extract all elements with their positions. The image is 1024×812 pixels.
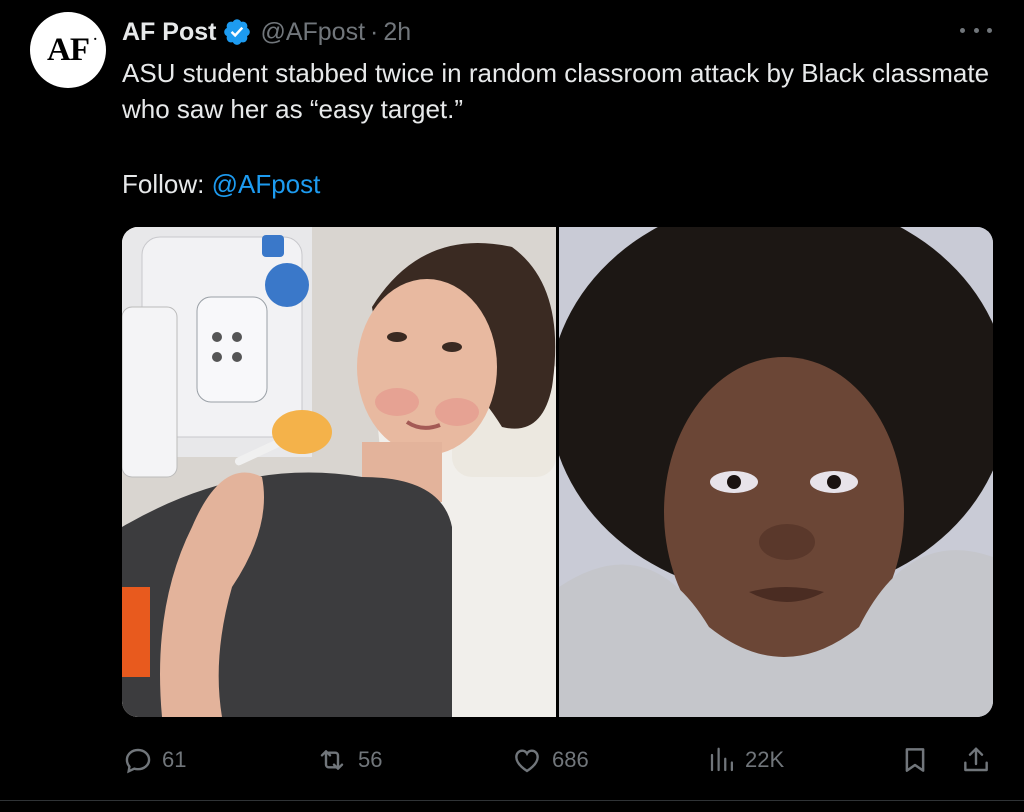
like-count: 686 xyxy=(552,747,589,772)
views-button[interactable]: 22K xyxy=(707,742,784,778)
avatar-logo-text: AF. xyxy=(47,28,97,68)
tweet[interactable]: AF. AF Post @AFpost · 2h ASU student sta… xyxy=(0,0,1024,812)
bookmark-button[interactable] xyxy=(900,742,930,778)
reply-icon xyxy=(122,744,154,776)
more-options-icon[interactable] xyxy=(960,20,992,40)
post-timestamp[interactable]: 2h xyxy=(383,18,411,47)
author-name[interactable]: AF Post xyxy=(122,18,216,47)
media-photo-victim[interactable] xyxy=(122,227,556,717)
media-grid xyxy=(122,227,993,717)
like-button[interactable]: 686 xyxy=(510,742,589,778)
repost-icon xyxy=(314,744,350,776)
tweet-divider xyxy=(0,800,1024,801)
share-button[interactable] xyxy=(960,742,992,778)
tweet-actions: 61 56 686 22K xyxy=(122,742,994,778)
tweet-text: ASU student stabbed twice in random clas… xyxy=(122,58,990,124)
like-icon xyxy=(510,744,544,776)
bookmark-icon xyxy=(900,744,930,776)
follow-label: Follow: xyxy=(122,169,212,199)
tweet-header: AF Post @AFpost · 2h xyxy=(122,15,411,49)
share-icon xyxy=(960,744,992,776)
author-handle[interactable]: @AFpost xyxy=(260,18,365,47)
reply-button[interactable]: 61 xyxy=(122,742,186,778)
repost-count: 56 xyxy=(358,747,383,772)
repost-button[interactable]: 56 xyxy=(314,742,382,778)
views-count: 22K xyxy=(745,747,785,772)
views-icon xyxy=(707,744,737,776)
media-photo-suspect[interactable] xyxy=(559,227,993,717)
reply-count: 61 xyxy=(162,747,187,772)
follow-line: Follow: @AFpost xyxy=(122,166,320,202)
verified-badge-icon xyxy=(222,17,252,47)
follow-handle-link[interactable]: @AFpost xyxy=(212,169,321,199)
header-separator: · xyxy=(370,17,379,46)
author-avatar[interactable]: AF. xyxy=(30,12,106,88)
